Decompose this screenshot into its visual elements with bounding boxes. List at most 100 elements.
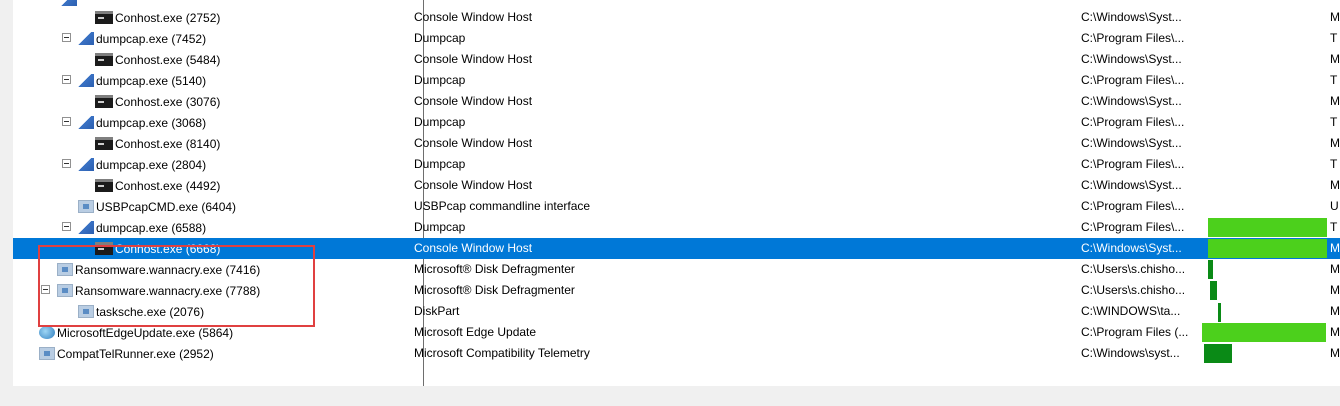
process-name: Conhost.exe (2752) bbox=[115, 10, 221, 25]
table-row[interactable]: Conhost.exe (2752) Console Window Host C… bbox=[13, 7, 1340, 28]
process-name: Conhost.exe (4492) bbox=[115, 178, 221, 193]
table-row[interactable]: Conhost.exe (8140) Console Window Host C… bbox=[13, 133, 1340, 154]
process-cell: Conhost.exe (4492) bbox=[95, 177, 220, 194]
cpu-bar bbox=[1208, 260, 1213, 279]
description-cell: Dumpcap bbox=[414, 220, 466, 234]
description-cell: Console Window Host bbox=[414, 94, 533, 108]
process-name: dumpcap.exe (7452) bbox=[96, 31, 207, 46]
process-name: Conhost.exe (5484) bbox=[115, 52, 221, 67]
process-name: CompatTelRunner.exe (2952) bbox=[57, 346, 214, 361]
wireshark-fin-icon bbox=[78, 74, 94, 87]
description-cell: Dumpcap bbox=[414, 31, 466, 45]
console-icon bbox=[95, 95, 113, 108]
process-cell: dumpcap.exe (3068) bbox=[78, 114, 206, 131]
description-cell: Console Window Host bbox=[414, 10, 533, 24]
company-cell: M bbox=[1330, 136, 1340, 150]
collapse-toggle[interactable] bbox=[62, 159, 71, 168]
company-cell: T bbox=[1330, 115, 1338, 129]
description-cell: Microsoft Compatibility Telemetry bbox=[414, 346, 590, 360]
path-cell: C:\Program Files\... bbox=[1081, 31, 1185, 45]
company-cell: T bbox=[1330, 157, 1338, 171]
company-cell: M bbox=[1330, 94, 1340, 108]
process-cell: Conhost.exe (2752) bbox=[95, 9, 220, 26]
path-cell: C:\Users\s.chisho... bbox=[1081, 262, 1186, 276]
table-row[interactable]: dumpcap.exe (6588) Dumpcap C:\Program Fi… bbox=[13, 217, 1340, 238]
process-cell: Conhost.exe (5484) bbox=[95, 51, 220, 68]
path-cell: C:\Windows\Syst... bbox=[1081, 241, 1182, 255]
description-cell: Dumpcap bbox=[414, 73, 466, 87]
wireshark-fin-icon bbox=[78, 221, 94, 234]
description-cell: DiskPart bbox=[414, 304, 460, 318]
table-row[interactable]: USBPcapCMD.exe (6404) USBPcap commandlin… bbox=[13, 196, 1340, 217]
path-cell: C:\Program Files\... bbox=[1081, 199, 1185, 213]
process-name: dumpcap.exe (5140) bbox=[96, 73, 207, 88]
annotation-highlight-box bbox=[38, 245, 315, 327]
company-cell: M bbox=[1330, 241, 1340, 255]
generic-app-icon bbox=[78, 200, 94, 213]
cpu-bar bbox=[1202, 323, 1326, 342]
company-cell: T bbox=[1330, 220, 1338, 234]
description-cell: Console Window Host bbox=[414, 241, 533, 255]
wireshark-fin-icon bbox=[78, 32, 94, 45]
table-row[interactable]: CompatTelRunner.exe (2952) Microsoft Com… bbox=[13, 343, 1340, 364]
description-cell: Microsoft® Disk Defragmenter bbox=[414, 262, 575, 276]
table-row[interactable]: Conhost.exe (4492) Console Window Host C… bbox=[13, 175, 1340, 196]
path-cell: C:\Windows\Syst... bbox=[1081, 94, 1182, 108]
description-cell: Dumpcap bbox=[414, 115, 466, 129]
edge-update-icon bbox=[39, 326, 55, 339]
company-cell: M bbox=[1330, 325, 1340, 339]
path-cell: C:\Windows\syst... bbox=[1081, 346, 1180, 360]
cpu-bar bbox=[1208, 239, 1327, 258]
process-cell: dumpcap.exe (5140) bbox=[78, 72, 206, 89]
description-cell: USBPcap commandline interface bbox=[414, 199, 591, 213]
path-cell: C:\Program Files\... bbox=[1081, 157, 1185, 171]
path-cell: C:\Windows\Syst... bbox=[1081, 52, 1182, 66]
process-name: USBPcapCMD.exe (6404) bbox=[96, 199, 237, 214]
process-cell: CompatTelRunner.exe (2952) bbox=[39, 345, 214, 362]
collapse-toggle[interactable] bbox=[62, 117, 71, 126]
process-name: dumpcap.exe (6588) bbox=[96, 220, 207, 235]
company-cell: T bbox=[1330, 73, 1338, 87]
company-cell: M bbox=[1330, 304, 1340, 318]
path-cell: C:\Windows\Syst... bbox=[1081, 136, 1182, 150]
table-row[interactable]: dumpcap.exe (2804) Dumpcap C:\Program Fi… bbox=[13, 154, 1340, 175]
description-cell: Console Window Host bbox=[414, 178, 533, 192]
process-cell: Conhost.exe (8140) bbox=[95, 135, 220, 152]
process-cell: Conhost.exe (3076) bbox=[95, 93, 220, 110]
path-cell: C:\WINDOWS\ta... bbox=[1081, 304, 1181, 318]
company-cell: M bbox=[1330, 52, 1340, 66]
collapse-toggle[interactable] bbox=[62, 75, 71, 84]
process-name: dumpcap.exe (3068) bbox=[96, 115, 207, 130]
path-cell: C:\Program Files (... bbox=[1081, 325, 1189, 339]
table-row[interactable]: Conhost.exe (5484) Console Window Host C… bbox=[13, 49, 1340, 70]
console-icon bbox=[95, 137, 113, 150]
description-cell: Microsoft Edge Update bbox=[414, 325, 537, 339]
cpu-bar bbox=[1204, 344, 1232, 363]
description-cell: Microsoft® Disk Defragmenter bbox=[414, 283, 575, 297]
description-cell: Dumpcap bbox=[414, 157, 466, 171]
cpu-bar bbox=[1208, 218, 1327, 237]
process-name: Conhost.exe (3076) bbox=[115, 94, 221, 109]
description-cell: Console Window Host bbox=[414, 136, 533, 150]
company-cell: M bbox=[1330, 178, 1340, 192]
wireshark-fin-icon bbox=[78, 116, 94, 129]
description-cell: Console Window Host bbox=[414, 52, 533, 66]
console-icon bbox=[95, 11, 113, 24]
collapse-toggle[interactable] bbox=[62, 33, 71, 42]
process-cell: dumpcap.exe (6588) bbox=[78, 219, 206, 236]
company-cell: M bbox=[1330, 346, 1340, 360]
collapse-toggle[interactable] bbox=[62, 222, 71, 231]
console-icon bbox=[95, 53, 113, 66]
table-row[interactable]: Conhost.exe (3076) Console Window Host C… bbox=[13, 91, 1340, 112]
table-row[interactable]: dumpcap.exe (7452) Dumpcap C:\Program Fi… bbox=[13, 28, 1340, 49]
table-row[interactable]: dumpcap.exe (3068) Dumpcap C:\Program Fi… bbox=[13, 112, 1340, 133]
company-cell: M bbox=[1330, 262, 1340, 276]
company-cell: M bbox=[1330, 283, 1340, 297]
table-row[interactable]: dumpcap.exe (5140) Dumpcap C:\Program Fi… bbox=[13, 70, 1340, 91]
generic-app-icon bbox=[39, 347, 55, 360]
path-cell: C:\Users\s.chisho... bbox=[1081, 283, 1186, 297]
company-cell: U bbox=[1330, 199, 1339, 213]
path-cell: C:\Program Files\... bbox=[1081, 115, 1185, 129]
process-name: Conhost.exe (8140) bbox=[115, 136, 221, 151]
process-name: dumpcap.exe (2804) bbox=[96, 157, 207, 172]
